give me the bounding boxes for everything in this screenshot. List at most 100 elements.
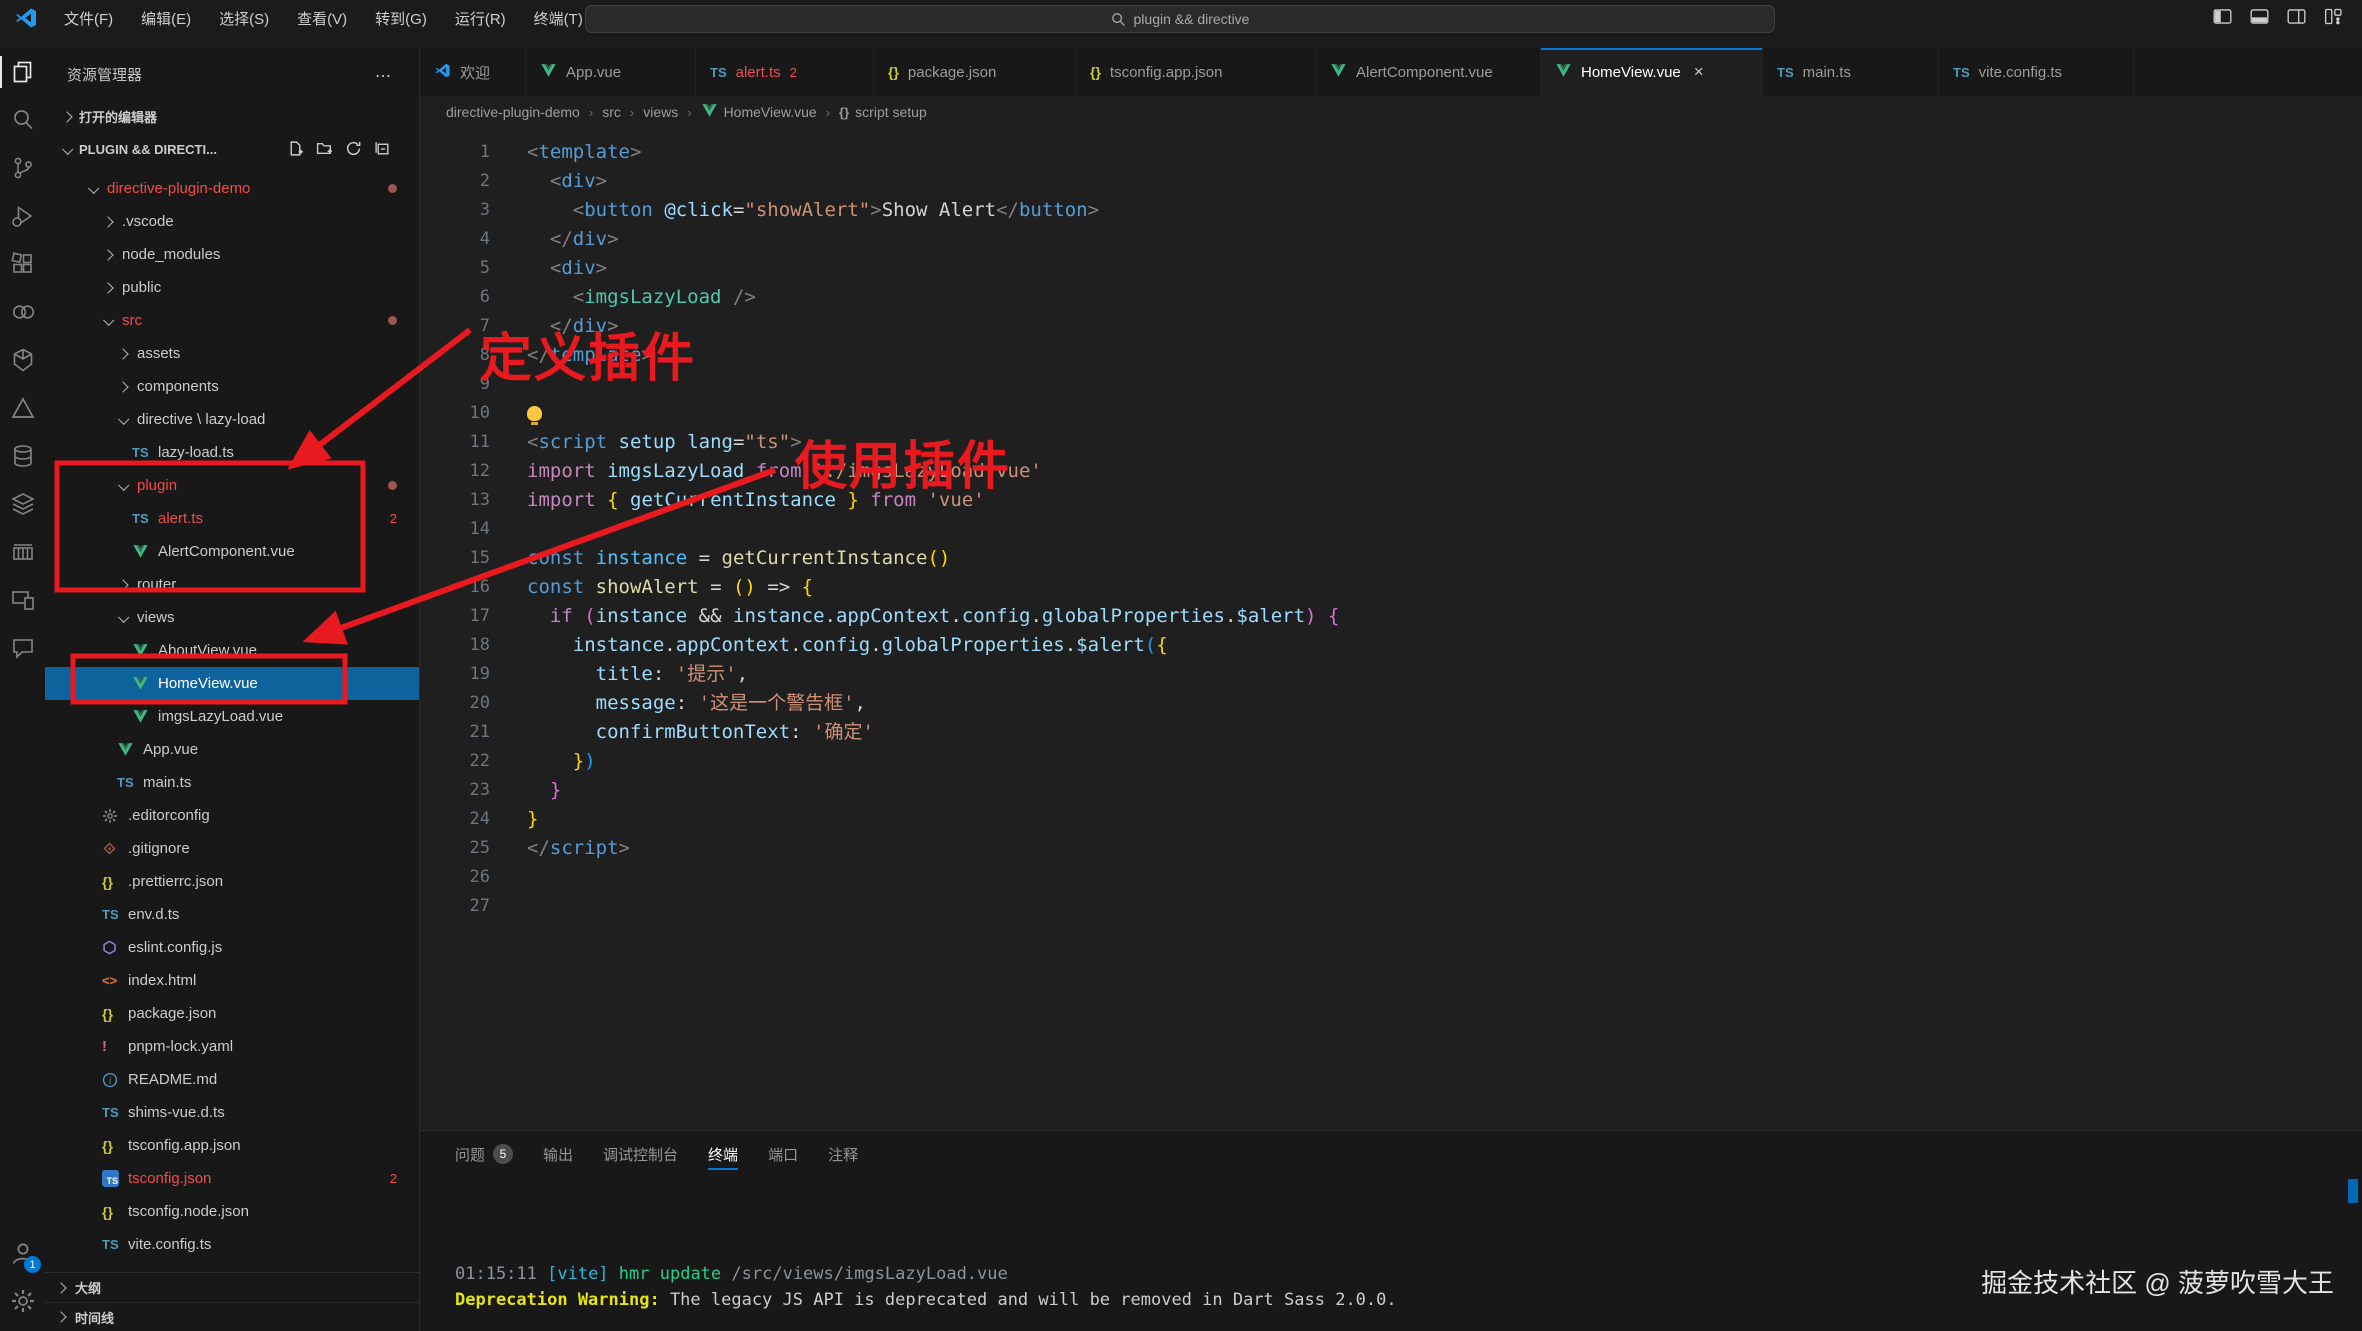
- devices-icon[interactable]: [0, 576, 45, 624]
- tree-item-shims-vue.d.ts[interactable]: TSshims-vue.d.ts: [45, 1096, 419, 1129]
- tree-item-AlertComponent.vue[interactable]: AlertComponent.vue: [45, 535, 419, 568]
- tree-item-App.vue[interactable]: App.vue: [45, 733, 419, 766]
- code-line-3[interactable]: 3 <button @click="showAlert">Show Alert<…: [420, 196, 2362, 225]
- code-line-9[interactable]: 9: [420, 370, 2362, 399]
- code-line-6[interactable]: 6 <imgsLazyLoad />: [420, 283, 2362, 312]
- code-line-23[interactable]: 23 }: [420, 776, 2362, 805]
- tree-item-alert.ts[interactable]: TSalert.ts2: [45, 502, 419, 535]
- toggle-primary-sidebar-icon[interactable]: [2212, 6, 2233, 27]
- collapse-all-icon[interactable]: [374, 140, 391, 160]
- panel-tab-输出[interactable]: 输出: [543, 1131, 573, 1177]
- command-center-search[interactable]: plugin && directive: [585, 5, 1775, 33]
- code-line-25[interactable]: 25</script>: [420, 834, 2362, 863]
- breadcrumb-item-views[interactable]: views: [643, 104, 678, 120]
- timeline-section[interactable]: 时间线: [45, 1302, 419, 1331]
- tree-item-router[interactable]: router: [45, 568, 419, 601]
- menu-f[interactable]: 文件(F): [52, 4, 125, 33]
- code-line-24[interactable]: 24}: [420, 805, 2362, 834]
- tab-main.ts[interactable]: TSmain.ts: [1763, 48, 1939, 96]
- open-editors-section[interactable]: 打开的编辑器: [45, 100, 419, 133]
- code-line-5[interactable]: 5 <div>: [420, 254, 2362, 283]
- tree-item-index.html[interactable]: <>index.html: [45, 964, 419, 997]
- tree-item-package.json[interactable]: {}package.json: [45, 997, 419, 1030]
- tree-item-eslint.config.js[interactable]: eslint.config.js: [45, 931, 419, 964]
- panel-tab-终端[interactable]: 终端: [708, 1131, 738, 1177]
- tab-package.json[interactable]: {}package.json: [874, 48, 1076, 96]
- breadcrumb-item-directive-plugin-demo[interactable]: directive-plugin-demo: [446, 104, 580, 120]
- customize-layout-icon[interactable]: [2323, 6, 2344, 27]
- tab-[interactable]: 欢迎: [420, 48, 526, 96]
- container-icon[interactable]: [0, 528, 45, 576]
- settings-gear-icon[interactable]: [0, 1277, 45, 1325]
- tab-HomeView.vue[interactable]: HomeView.vue×: [1541, 48, 1763, 96]
- new-folder-icon[interactable]: [316, 140, 333, 160]
- tree-item-directive-plugin-demo[interactable]: directive-plugin-demo: [45, 172, 419, 205]
- code-line-18[interactable]: 18 instance.appContext.config.globalProp…: [420, 631, 2362, 660]
- explorer-icon[interactable]: [0, 48, 45, 96]
- tree-item-plugin[interactable]: plugin: [45, 469, 419, 502]
- tree-item-tsconfig.json[interactable]: TStsconfig.json2: [45, 1162, 419, 1195]
- code-line-12[interactable]: 12import imgsLazyLoad from './imgsLazyLo…: [420, 457, 2362, 486]
- code-line-1[interactable]: 1<template>: [420, 138, 2362, 167]
- tree-item-env.d.ts[interactable]: TSenv.d.ts: [45, 898, 419, 931]
- tree-item-vite.config.ts[interactable]: TSvite.config.ts: [45, 1228, 419, 1261]
- code-line-4[interactable]: 4 </div>: [420, 225, 2362, 254]
- menu-e[interactable]: 编辑(E): [129, 4, 203, 33]
- panel-tab-问题[interactable]: 问题5: [455, 1131, 513, 1177]
- code-line-19[interactable]: 19 title: '提示',: [420, 660, 2362, 689]
- database-icon[interactable]: [0, 432, 45, 480]
- deploy-icon[interactable]: [0, 384, 45, 432]
- tree-item-HomeView.vue[interactable]: HomeView.vue: [45, 667, 419, 700]
- run-debug-icon[interactable]: [0, 192, 45, 240]
- code-editor[interactable]: 1<template>2 <div>3 <button @click="show…: [420, 128, 2362, 921]
- tab-vite.config.ts[interactable]: TSvite.config.ts: [1939, 48, 2134, 96]
- new-file-icon[interactable]: [287, 140, 304, 160]
- code-line-17[interactable]: 17 if (instance && instance.appContext.c…: [420, 602, 2362, 631]
- code-line-15[interactable]: 15const instance = getCurrentInstance(): [420, 544, 2362, 573]
- source-control-icon[interactable]: [0, 144, 45, 192]
- toggle-secondary-sidebar-icon[interactable]: [2286, 6, 2307, 27]
- code-line-16[interactable]: 16const showAlert = () => {: [420, 573, 2362, 602]
- code-line-21[interactable]: 21 confirmButtonText: '确定': [420, 718, 2362, 747]
- tree-item-tsconfig.app.json[interactable]: {}tsconfig.app.json: [45, 1129, 419, 1162]
- code-line-20[interactable]: 20 message: '这是一个警告框',: [420, 689, 2362, 718]
- tab-App.vue[interactable]: App.vue: [526, 48, 696, 96]
- panel-tab-端口[interactable]: 端口: [768, 1131, 798, 1177]
- tree-item-main.ts[interactable]: TSmain.ts: [45, 766, 419, 799]
- tab-alert.ts[interactable]: TSalert.ts2: [696, 48, 874, 96]
- lightbulb-icon[interactable]: [527, 406, 542, 421]
- terminal-output[interactable]: 01:15:11 [vite] hmr update /src/views/im…: [455, 1261, 1397, 1313]
- package-icon[interactable]: [0, 336, 45, 384]
- layers-icon[interactable]: [0, 480, 45, 528]
- outline-section[interactable]: 大纲: [45, 1272, 419, 1302]
- panel-tab-注释[interactable]: 注释: [828, 1131, 858, 1177]
- tab-tsconfig.app.json[interactable]: {}tsconfig.app.json: [1076, 48, 1316, 96]
- search-icon[interactable]: [0, 96, 45, 144]
- tree-item-views[interactable]: views: [45, 601, 419, 634]
- tree-item-assets[interactable]: assets: [45, 337, 419, 370]
- menu-v[interactable]: 查看(V): [285, 4, 359, 33]
- code-line-10[interactable]: 10: [420, 399, 2362, 428]
- explorer-more-actions-icon[interactable]: ⋯: [375, 66, 393, 86]
- breadcrumb-item-src[interactable]: src: [602, 104, 621, 120]
- tree-item-AboutView.vue[interactable]: AboutView.vue: [45, 634, 419, 667]
- tree-item-public[interactable]: public: [45, 271, 419, 304]
- tree-item-src[interactable]: src: [45, 304, 419, 337]
- extensions-icon[interactable]: [0, 240, 45, 288]
- tree-item-tsconfig.node.json[interactable]: {}tsconfig.node.json: [45, 1195, 419, 1228]
- menu-r[interactable]: 运行(R): [443, 4, 518, 33]
- tree-item-.editorconfig[interactable]: .editorconfig: [45, 799, 419, 832]
- tree-item-pnpm-lock.yaml[interactable]: !pnpm-lock.yaml: [45, 1030, 419, 1063]
- menu-g[interactable]: 转到(G): [363, 4, 439, 33]
- refresh-icon[interactable]: [345, 140, 362, 160]
- tab-AlertComponent.vue[interactable]: AlertComponent.vue: [1316, 48, 1541, 96]
- comments-icon[interactable]: [0, 624, 45, 672]
- panel-tab-调试控制台[interactable]: 调试控制台: [603, 1131, 678, 1177]
- tree-item-imgsLazyLoad.vue[interactable]: imgsLazyLoad.vue: [45, 700, 419, 733]
- tree-item-README.md[interactable]: iREADME.md: [45, 1063, 419, 1096]
- tree-item-node_modules[interactable]: node_modules: [45, 238, 419, 271]
- tree-item-directivelazy-load[interactable]: directive \ lazy-load: [45, 403, 419, 436]
- code-line-27[interactable]: 27: [420, 892, 2362, 921]
- terminal-scrollbar[interactable]: [2348, 1179, 2358, 1203]
- menu-s[interactable]: 选择(S): [207, 4, 281, 33]
